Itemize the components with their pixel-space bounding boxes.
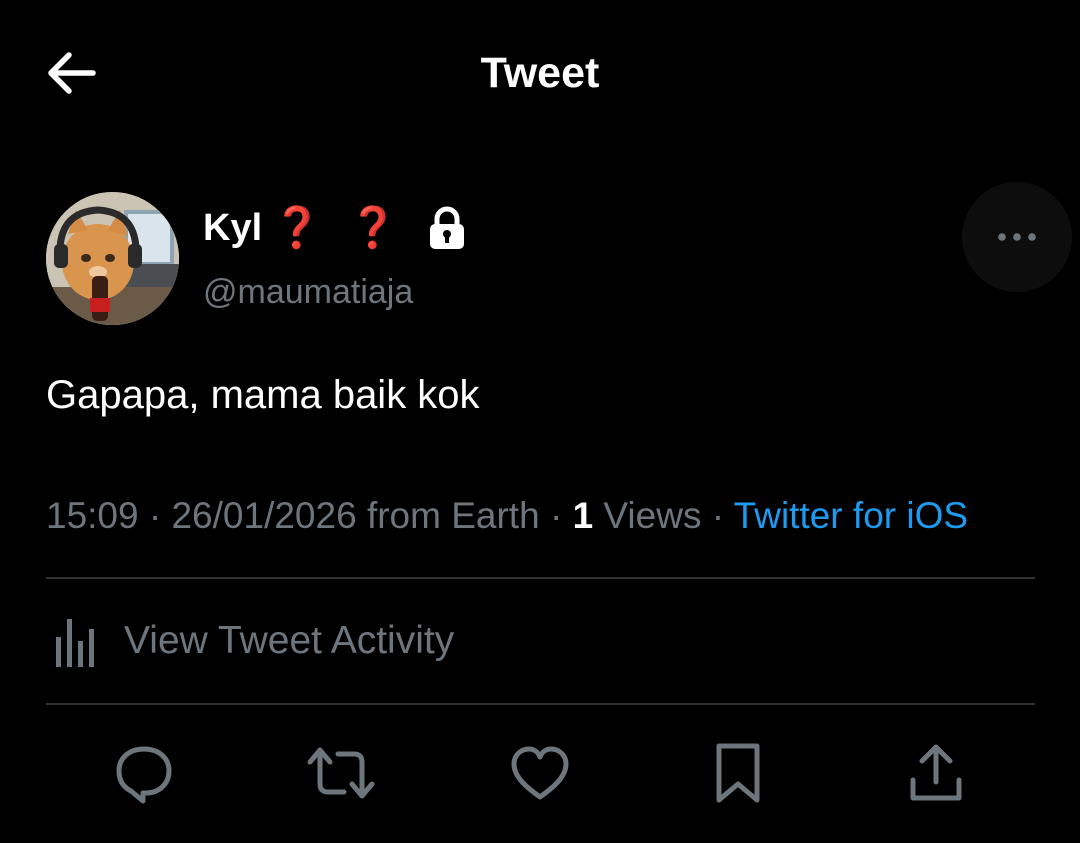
retweet-button[interactable]: [306, 738, 376, 808]
share-button[interactable]: [901, 738, 971, 808]
views-label: Views: [593, 495, 702, 536]
retweet-icon: [307, 747, 375, 799]
tweet-location: from Earth: [356, 495, 540, 536]
view-tweet-activity-label: View Tweet Activity: [124, 619, 455, 662]
divider: [46, 703, 1035, 705]
view-tweet-activity-button[interactable]: View Tweet Activity: [46, 606, 454, 676]
question-emoji: ❓: [347, 206, 398, 250]
more-options-button[interactable]: [962, 182, 1072, 292]
tweet-actions-bar: [0, 738, 1080, 808]
tweet-text: Gapapa, mama baik kok: [46, 373, 480, 417]
tweet-source-link[interactable]: Twitter for iOS: [734, 495, 968, 536]
author-handle[interactable]: @maumatiaja: [203, 270, 413, 314]
like-button[interactable]: [505, 738, 575, 808]
divider: [46, 577, 1035, 579]
heart-icon: [511, 746, 569, 800]
views-count: 1: [572, 495, 594, 536]
bookmark-button[interactable]: [703, 738, 773, 808]
tweet-metadata: 15:09 · 26/01/2026 from Earth · 1 Views …: [46, 492, 968, 540]
bookmark-icon: [716, 743, 760, 803]
tweet-time[interactable]: 15:09: [46, 495, 139, 536]
meta-separator: ·: [539, 495, 573, 536]
bar-chart-icon: [56, 619, 94, 667]
meta-separator: ·: [701, 495, 734, 536]
share-icon: [910, 744, 962, 801]
meta-separator: ·: [138, 495, 172, 536]
top-bar: Tweet: [0, 0, 1080, 150]
tweet-date[interactable]: 26/01/2026: [171, 495, 356, 536]
question-emoji: ❓: [272, 206, 322, 250]
author-name-row: Kyl ❓ ❓: [203, 202, 466, 254]
reply-button[interactable]: [109, 738, 179, 808]
more-horizontal-icon: [998, 233, 1036, 241]
lock-icon: [428, 206, 466, 250]
avatar[interactable]: [46, 192, 179, 325]
reply-icon: [116, 746, 172, 804]
page-title: Tweet: [480, 49, 600, 97]
avatar-image: [46, 192, 179, 325]
author-display-name[interactable]: Kyl: [203, 202, 262, 254]
